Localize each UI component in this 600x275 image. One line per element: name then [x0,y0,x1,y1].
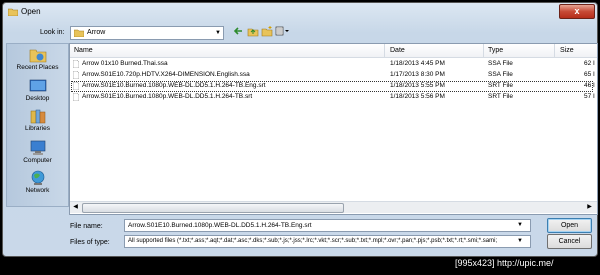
recent-places-icon [29,49,46,63]
column-divider[interactable] [554,44,555,57]
column-header-type[interactable]: Type [488,47,503,54]
list-header: Name Date Type Size [70,44,597,58]
places-bar: Recent Places Desktop Libraries Computer… [6,43,69,207]
folder-icon [74,29,84,37]
file-type: SSA File [488,71,513,78]
column-header-name[interactable]: Name [74,47,93,54]
file-size: 57 I [584,93,595,100]
file-name: Arrow.S01E10.Burned.1080p.WEB-DL.DD5.1.H… [82,82,266,89]
file-date: 1/18/2013 5:56 PM [390,93,445,100]
desktop-icon [29,79,46,92]
title-bar[interactable]: Open x [3,3,597,21]
window-title: Open [21,7,41,16]
file-size: 62 I [584,60,595,67]
file-icon [73,82,79,90]
column-header-date[interactable]: Date [390,47,405,54]
chevron-down-icon[interactable]: ▼ [515,236,525,246]
file-date: 1/18/2013 4:45 PM [390,60,445,67]
table-row[interactable]: Arrow.S01E10.Burned.1080p.WEB-DL.DD5.1.H… [70,92,597,102]
file-name: Arrow.S01E10.Burned.1080p.WEB-DL.DD5.1.H… [82,93,253,100]
file-size: 65 I [584,71,595,78]
look-in-combobox[interactable]: Arrow ▼ [70,26,224,40]
file-date: 1/18/2013 5:55 PM [390,82,445,89]
file-type-select[interactable]: All supported files (*.txt;*.ass;*.aqt;*… [124,235,531,248]
scroll-left-icon[interactable]: ◀ [70,202,81,213]
close-button[interactable]: x [559,4,595,19]
watermark-text: [995x423] http://upic.me/ [455,258,554,268]
file-type: SRT File [488,82,514,89]
open-button[interactable]: Open [547,218,592,233]
look-in-label: Look in: [40,29,65,36]
chevron-down-icon[interactable]: ▼ [213,27,223,39]
file-type-label: Files of type: [70,239,110,246]
place-label: Desktop [25,95,50,102]
file-name: Arrow 01x10 Burned.Thai.ssa [82,60,168,67]
view-menu-icon[interactable] [275,25,291,37]
file-name: Arrow.S01E10.720p.HDTV.X264-DIMENSION.En… [82,71,250,78]
table-row[interactable]: Arrow 01x10 Burned.Thai.ssa 1/18/2013 4:… [70,59,597,69]
place-label: Libraries [25,125,50,132]
file-date: 1/17/2013 8:30 PM [390,71,445,78]
column-header-size[interactable]: Size [560,47,574,54]
chevron-down-icon[interactable]: ▼ [515,220,525,230]
place-label: Recent Places [16,64,59,71]
place-network[interactable]: Network [7,170,68,198]
network-icon [31,170,44,185]
up-folder-icon[interactable] [247,25,259,37]
file-type: SRT File [488,93,514,100]
open-folder-icon [8,8,18,16]
file-icon [73,60,79,68]
new-folder-icon[interactable] [261,25,273,37]
horizontal-scrollbar[interactable]: ◀ ▶ [70,201,597,213]
file-name-input[interactable]: Arrow.S01E10.Burned.1080p.WEB-DL.DD5.1.H… [124,219,531,232]
look-in-value: Arrow [87,29,106,36]
cancel-button[interactable]: Cancel [547,234,592,249]
place-libraries[interactable]: Libraries [7,108,68,136]
place-label: Computer [23,157,52,164]
computer-icon [30,140,45,155]
place-desktop[interactable]: Desktop [7,78,68,106]
file-type: SSA File [488,60,513,67]
file-list: Name Date Type Size Arrow 01x10 Burned.T… [69,43,598,215]
place-computer[interactable]: Computer [7,140,68,168]
scroll-right-icon[interactable]: ▶ [584,202,595,213]
table-row-selected[interactable]: Arrow.S01E10.Burned.1080p.WEB-DL.DD5.1.H… [70,81,597,92]
open-dialog: Open x Look in: Arrow ▼ Recent Places De… [2,2,598,257]
file-icon [73,71,79,79]
column-divider[interactable] [384,44,385,57]
file-size: 46 I [584,82,595,89]
libraries-icon [30,109,45,124]
column-divider[interactable] [483,44,484,57]
table-row[interactable]: Arrow.S01E10.720p.HDTV.X264-DIMENSION.En… [70,70,597,80]
back-arrow-icon[interactable] [232,25,244,37]
place-recent-places[interactable]: Recent Places [7,47,68,75]
place-label: Network [25,187,50,194]
file-icon [73,93,79,101]
file-name-label: File name: [70,223,103,230]
scrollbar-thumb[interactable] [82,203,344,213]
